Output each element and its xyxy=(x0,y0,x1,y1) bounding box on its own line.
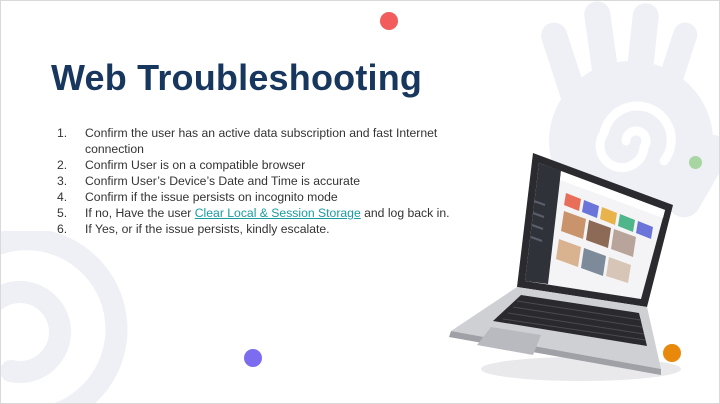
red-dot-decoration xyxy=(380,12,398,30)
green-dot-decoration xyxy=(689,156,702,169)
step-number: 3. xyxy=(57,174,68,188)
step-text-before: If no, Have the user xyxy=(85,206,195,220)
slide: Web Troubleshooting 1. Confirm the user … xyxy=(0,0,720,404)
spiral-watermark-icon xyxy=(1,231,128,403)
step-number: 4. xyxy=(57,190,68,204)
step-number: 2. xyxy=(57,158,68,172)
purple-dot-decoration xyxy=(244,349,262,367)
step-number: 5. xyxy=(57,206,68,220)
clear-storage-link[interactable]: Clear Local & Session Storage xyxy=(195,206,361,220)
step-number: 1. xyxy=(57,126,68,140)
laptop-illustration-icon xyxy=(449,153,681,381)
slide-title: Web Troubleshooting xyxy=(51,57,423,98)
step-number: 6. xyxy=(57,222,68,236)
